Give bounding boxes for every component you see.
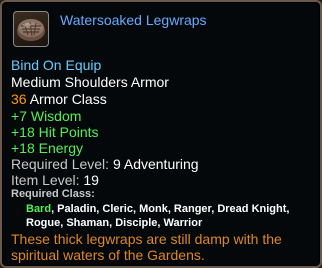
- legwraps-icon: [13, 11, 49, 47]
- armor-class-value: 36: [11, 91, 27, 107]
- required-class-line-1: Bard, Paladin, Cleric, Monk, Ranger, Dre…: [26, 202, 289, 216]
- current-class: Bard: [26, 203, 52, 215]
- stat-wisdom: +7 Wisdom: [11, 108, 82, 124]
- item-tooltip: Watersoaked Legwraps Bind On Equip Mediu…: [0, 0, 322, 268]
- required-level: Required Level: 9 Adventuring: [11, 156, 199, 172]
- armor-type: Medium Shoulders Armor: [11, 74, 169, 90]
- armor-class-label: Armor Class: [26, 91, 107, 107]
- bind-on-equip: Bind On Equip: [11, 57, 102, 73]
- armor-class: 36 Armor Class: [11, 91, 107, 107]
- required-level-label: Required Level:: [11, 156, 110, 172]
- description-line-2: spiritual waters of the Gardens.: [11, 247, 205, 263]
- required-class-label: Required Class:: [11, 188, 95, 200]
- other-classes: , Paladin, Cleric, Monk, Ranger, Dread K…: [51, 203, 290, 215]
- item-name: Watersoaked Legwraps: [60, 12, 207, 28]
- required-class-line-2: Rogue, Shaman, Disciple, Warrior: [26, 217, 203, 229]
- required-level-value: 9 Adventuring: [109, 156, 199, 172]
- item-level: Item Level: 19: [11, 172, 99, 188]
- item-level-label: Item Level:: [11, 172, 80, 188]
- item-level-value: 19: [79, 172, 99, 188]
- stat-hit-points: +18 Hit Points: [11, 124, 99, 140]
- stat-energy: +18 Energy: [11, 140, 83, 156]
- description-line-1: These thick legwraps are still damp with…: [11, 231, 282, 247]
